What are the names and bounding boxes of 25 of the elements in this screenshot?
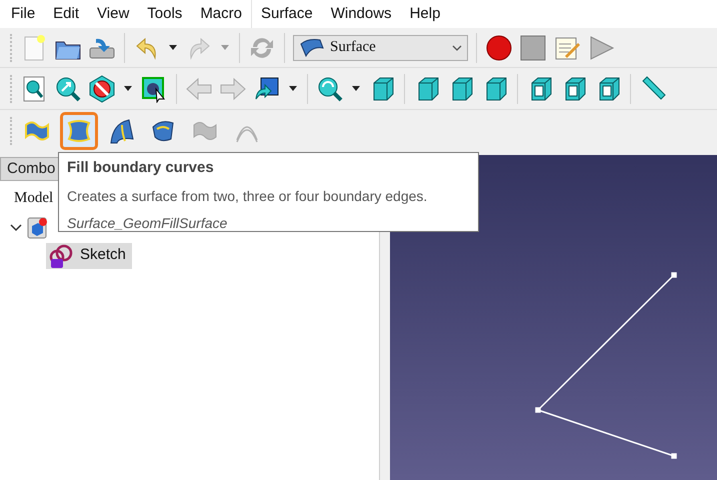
menu-item[interactable]: Tools	[138, 0, 192, 28]
tooltip-title: Fill boundary curves	[67, 158, 215, 178]
no-entry-icon[interactable]	[88, 74, 116, 102]
zoom-rotate-icon[interactable]	[316, 74, 344, 102]
record-icon[interactable]	[485, 34, 513, 62]
tree-item[interactable]: Sketch	[46, 242, 132, 268]
workbench-dropdown[interactable]: Surface	[293, 34, 468, 60]
caret-icon[interactable]	[167, 45, 179, 50]
caret-icon[interactable]	[350, 86, 362, 91]
menu-item[interactable]: View	[88, 0, 138, 28]
curved-sheet-icon	[65, 117, 93, 145]
zoom-arrow-icon[interactable]	[54, 74, 82, 102]
stop-icon[interactable]	[519, 34, 547, 62]
menu-item[interactable]: Edit	[44, 0, 88, 28]
tooltip-description: Creates a surface from two, three or four boundary edges.	[67, 186, 428, 206]
chevron-down-icon	[451, 44, 463, 50]
menu-item[interactable]: Macro	[191, 0, 251, 28]
caret-icon[interactable]	[122, 86, 134, 91]
menu-item[interactable]: Windows	[322, 0, 401, 28]
menu-item[interactable]: File	[2, 0, 44, 28]
model-tab[interactable]: Model	[14, 187, 54, 210]
menu-item[interactable]: Help	[400, 0, 450, 28]
caret-icon[interactable]	[287, 86, 299, 91]
menu-item[interactable]: Surface	[252, 0, 322, 28]
tooltip-command: Surface_GeomFillSurface	[67, 214, 228, 232]
